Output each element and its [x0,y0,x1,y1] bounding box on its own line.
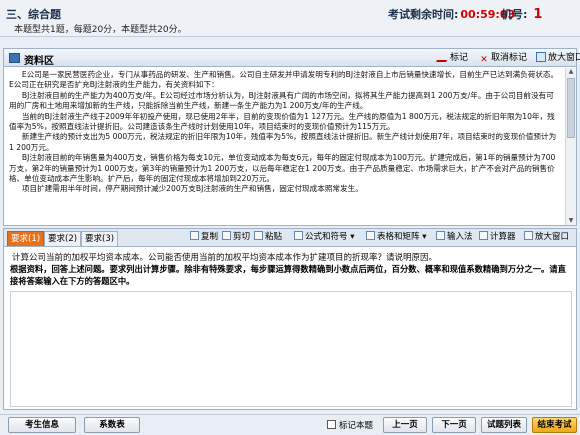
mark-question-checkbox[interactable] [327,420,336,429]
calculator-button[interactable]: 计算器 [479,231,516,245]
table-button[interactable]: 表格和矩阵 ▾ [366,231,426,245]
timer: 考试剩余时间: 00:59:03 [388,6,515,22]
enlarge-material-button[interactable]: 放大窗口 [532,51,580,65]
paste-icon [254,231,263,240]
material-panel: 资料区 标记 ✕ 取消标记 放大窗口 E公司是一家民营医药企业，专门从事药品的研发… [3,48,580,226]
unmark-button[interactable]: ✕ 取消标记 [475,51,531,65]
scissors-icon [222,231,231,240]
material-paragraph: BJ注射液目前的年销售量为400万支，销售价格为每支10元，单位变动成本为每支6… [9,153,556,184]
formula-label: 公式和符号 [305,232,348,242]
exam-header: 三、综合题 本题型共1题，每题20分，本题型共20分。 考试剩余时间: 00:59… [0,0,580,37]
tab-requirement-2[interactable]: 要求(2) [44,231,82,246]
scroll-thumb[interactable] [567,78,575,138]
answer-area[interactable] [10,291,572,407]
candidate-info-button[interactable]: 考生信息 [8,417,76,433]
question-list-button[interactable]: 试题列表 [481,417,527,433]
section-description: 本题型共1题，每题20分，本题型共20分。 [14,25,187,35]
paste-button[interactable]: 粘贴 [254,231,282,245]
cut-label: 剪切 [233,232,251,242]
unmark-icon: ✕ [480,55,488,65]
coefficient-table-button[interactable]: 系数表 [84,417,140,433]
mark-question-label: 标记本题 [339,421,374,431]
mark-label: 标记 [450,53,469,63]
tab-requirement-3[interactable]: 要求(3) [81,231,119,246]
seat-number: 机号: 1 [501,6,542,22]
calculator-icon [479,231,488,240]
material-content: E公司是一家民营医药企业，专门从事药品的研发、生产和销售。公司自主研发并申请发明… [4,68,565,225]
paste-label: 粘贴 [265,232,283,242]
cut-button[interactable]: 剪切 [222,231,250,245]
formula-button[interactable]: 公式和符号 ▾ [294,231,354,245]
material-scrollbar[interactable]: ▲ ▼ [565,68,576,225]
material-title: 资料区 [24,56,54,67]
end-exam-button[interactable]: 结束考试 [532,417,577,433]
copy-label: 复制 [201,232,219,242]
mark-pen-icon [436,52,450,62]
scroll-up-icon[interactable]: ▲ [567,68,575,76]
keyboard-icon [436,231,445,240]
requirement-panel: 要求(1) 要求(2) 要求(3) 复制 剪切 粘贴 公式和符号 ▾ 表格和矩阵… [3,228,577,410]
enlarge-icon [536,52,546,62]
scroll-down-icon[interactable]: ▼ [567,217,575,225]
material-paragraph: BJ注射液目前的生产能力为400万支/年。E公司经过市场分析认为，BJ注射液具有… [9,90,554,111]
tab-requirement-1[interactable]: 要求(1) [7,231,45,246]
section-title: 三、综合题 [6,8,61,21]
input-method-label: 输入法 [447,232,473,242]
enlarge-label: 放大窗口 [535,232,570,242]
material-paragraph: 新建生产线的预计支出为5 000万元，税法规定的折旧年限为10年，残值率为5%，… [9,132,557,152]
seat-value: 1 [533,7,543,22]
material-paragraph: E公司是一家民营医药企业，专门从事药品的研发、生产和销售。公司自主研发并申请发明… [9,70,559,90]
seat-label: 机号: [501,8,528,21]
material-titlebar: 资料区 标记 ✕ 取消标记 放大窗口 [4,49,580,67]
unmark-label: 取消标记 [491,53,528,63]
mark-button[interactable]: 标记 [434,51,472,65]
table-icon [366,231,375,240]
enlarge-label: 放大窗口 [548,53,580,63]
requirement-tabbar: 要求(1) 要求(2) 要求(3) 复制 剪切 粘贴 公式和符号 ▾ 表格和矩阵… [4,229,576,247]
timer-label: 考试剩余时间: [388,8,459,21]
question-text: 计算公司当前的加权平均资本成本。公司能否使用当前的加权平均资本成本作为扩建项目的… [12,253,438,263]
footer-bar: 考生信息 系数表 标记本题 上一页 下一页 试题列表 结束考试 [0,414,580,435]
answer-instructions: 根据资料，回答上述问题。要求列出计算步骤。除非有特殊要求，每步骤运算得数精确到小… [10,264,566,286]
enlarge-answer-button[interactable]: 放大窗口 [524,231,569,245]
formula-icon [294,231,303,240]
table-label: 表格和矩阵 [377,232,420,242]
material-paragraph: 项目扩建需用半年时间，停产期间预计减少200万支BJ注射液的生产和销售，固定付现… [21,184,363,194]
calculator-label: 计算器 [490,232,516,242]
prev-page-button[interactable]: 上一页 [383,417,427,433]
document-icon [9,53,20,63]
next-page-button[interactable]: 下一页 [432,417,476,433]
input-method-button[interactable]: 输入法 [436,231,473,245]
copy-button[interactable]: 复制 [190,231,218,245]
material-paragraph: 当前的BJ注射液生产线于2009年年初投产使用，现已使用2年半，目前的变现价值为… [9,111,555,132]
copy-icon [190,231,199,240]
enlarge-icon [524,231,533,240]
